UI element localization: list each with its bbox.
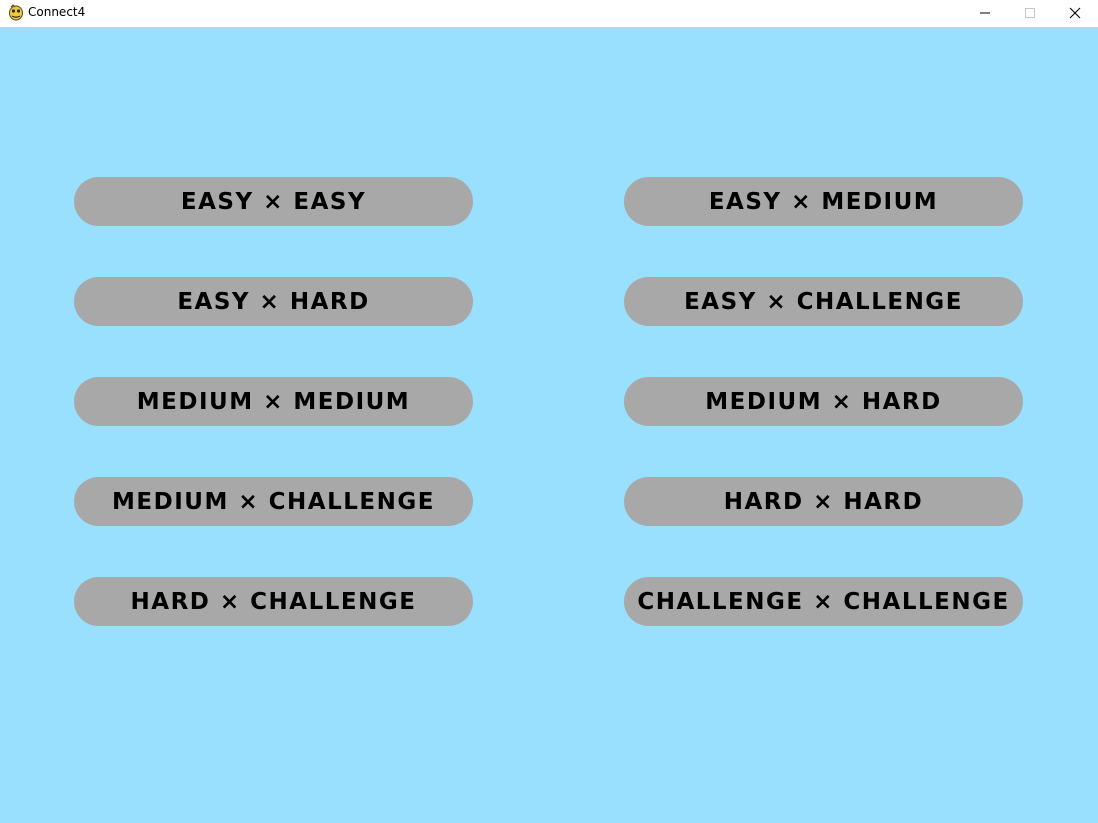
button-label: EASY × HARD [177, 288, 370, 315]
pygame-snake-icon [8, 4, 24, 21]
medium-vs-hard-button[interactable]: MEDIUM × HARD [624, 377, 1023, 426]
button-label: EASY × MEDIUM [708, 188, 939, 215]
button-label: EASY × EASY [180, 188, 367, 215]
button-label: MEDIUM × CHALLENGE [112, 488, 435, 515]
easy-vs-easy-button[interactable]: EASY × EASY [74, 177, 473, 226]
maximize-button[interactable] [1007, 0, 1053, 26]
medium-vs-challenge-button[interactable]: MEDIUM × CHALLENGE [74, 477, 473, 526]
minimize-icon [979, 7, 991, 19]
medium-vs-medium-button[interactable]: MEDIUM × MEDIUM [74, 377, 473, 426]
button-label: HARD × CHALLENGE [130, 588, 417, 615]
button-label: HARD × HARD [723, 488, 924, 515]
minimize-button[interactable] [962, 0, 1008, 26]
hard-vs-challenge-button[interactable]: HARD × CHALLENGE [74, 577, 473, 626]
button-label: MEDIUM × HARD [705, 388, 942, 415]
title-bar[interactable]: Connect4 [0, 0, 1098, 26]
button-label: CHALLENGE × CHALLENGE [637, 588, 1010, 615]
button-label: MEDIUM × MEDIUM [136, 388, 411, 415]
easy-vs-challenge-button[interactable]: EASY × CHALLENGE [624, 277, 1023, 326]
maximize-icon [1024, 7, 1036, 19]
app-window: Connect4 EASY × EASY EASY × MEDIUM EASY … [0, 0, 1098, 823]
close-icon [1069, 7, 1081, 19]
game-menu-canvas: EASY × EASY EASY × MEDIUM EASY × HARD EA… [0, 27, 1098, 823]
hard-vs-hard-button[interactable]: HARD × HARD [624, 477, 1023, 526]
challenge-vs-challenge-button[interactable]: CHALLENGE × CHALLENGE [624, 577, 1023, 626]
window-title: Connect4 [28, 5, 86, 19]
close-button[interactable] [1052, 0, 1098, 26]
easy-vs-hard-button[interactable]: EASY × HARD [74, 277, 473, 326]
easy-vs-medium-button[interactable]: EASY × MEDIUM [624, 177, 1023, 226]
button-label: EASY × CHALLENGE [684, 288, 963, 315]
